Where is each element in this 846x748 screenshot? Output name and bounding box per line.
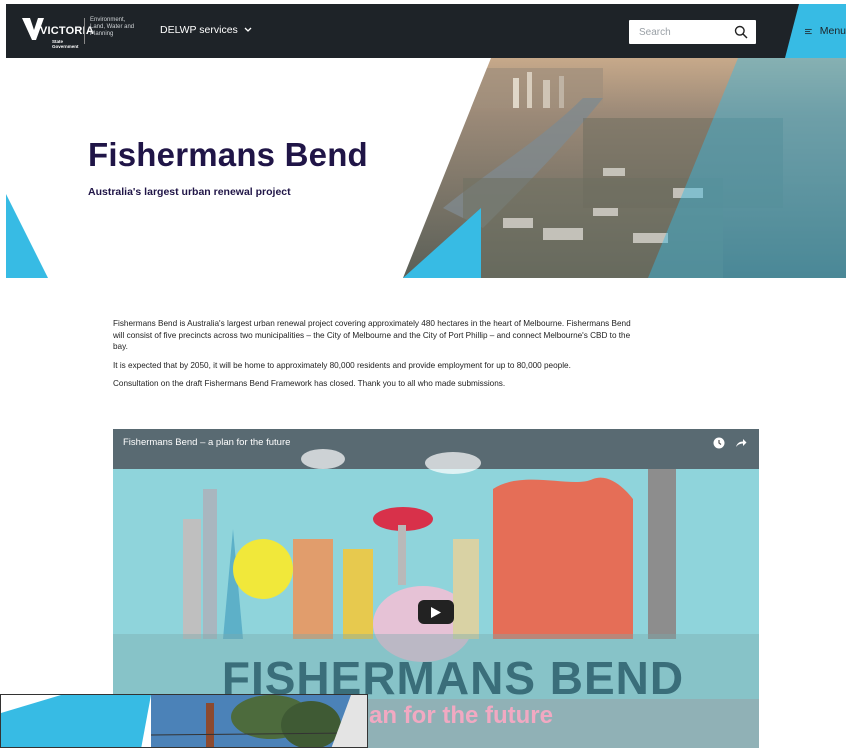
watch-later-icon[interactable] bbox=[713, 437, 725, 449]
intro-paragraph: Fishermans Bend is Australia's largest u… bbox=[113, 319, 631, 352]
search-box bbox=[629, 20, 756, 44]
hero-accent-triangle bbox=[6, 194, 48, 278]
services-label: DELWP services bbox=[160, 24, 238, 36]
hamburger-menu-icon bbox=[805, 28, 812, 34]
overlapping-thumbnail bbox=[0, 694, 368, 748]
menu-label: Menu bbox=[819, 25, 846, 37]
department-name: Environment, Land, Water and Planning bbox=[90, 17, 135, 37]
hero-banner: Fishermans Bend Australia's largest urba… bbox=[6, 58, 846, 278]
menu-button[interactable]: Menu bbox=[785, 4, 846, 58]
play-button[interactable] bbox=[418, 600, 454, 624]
page-subtitle: Australia's largest urban renewal projec… bbox=[88, 186, 291, 198]
page-title: Fishermans Bend bbox=[88, 136, 368, 173]
intro-paragraph: Consultation on the draft Fishermans Ben… bbox=[113, 379, 506, 389]
chevron-down-icon bbox=[244, 27, 252, 32]
video-title[interactable]: Fishermans Bend – a plan for the future bbox=[123, 437, 290, 448]
share-icon[interactable] bbox=[735, 437, 747, 449]
services-dropdown[interactable]: DELWP services bbox=[160, 24, 252, 36]
site-header: VICTORIA State Government Environment, L… bbox=[6, 4, 846, 58]
search-icon[interactable] bbox=[734, 25, 748, 39]
logo-divider bbox=[84, 18, 85, 44]
intro-paragraph: It is expected that by 2050, it will be … bbox=[113, 360, 571, 370]
search-input[interactable] bbox=[639, 20, 729, 44]
play-icon bbox=[431, 606, 441, 618]
logo-text: VICTORIA bbox=[40, 25, 94, 37]
logo-subtext: State Government bbox=[52, 39, 79, 49]
victoria-logo[interactable]: VICTORIA State Government bbox=[20, 14, 94, 49]
intro-content: Fishermans Bend is Australia's largest u… bbox=[113, 318, 643, 397]
thumbnail-photo bbox=[1, 695, 367, 747]
